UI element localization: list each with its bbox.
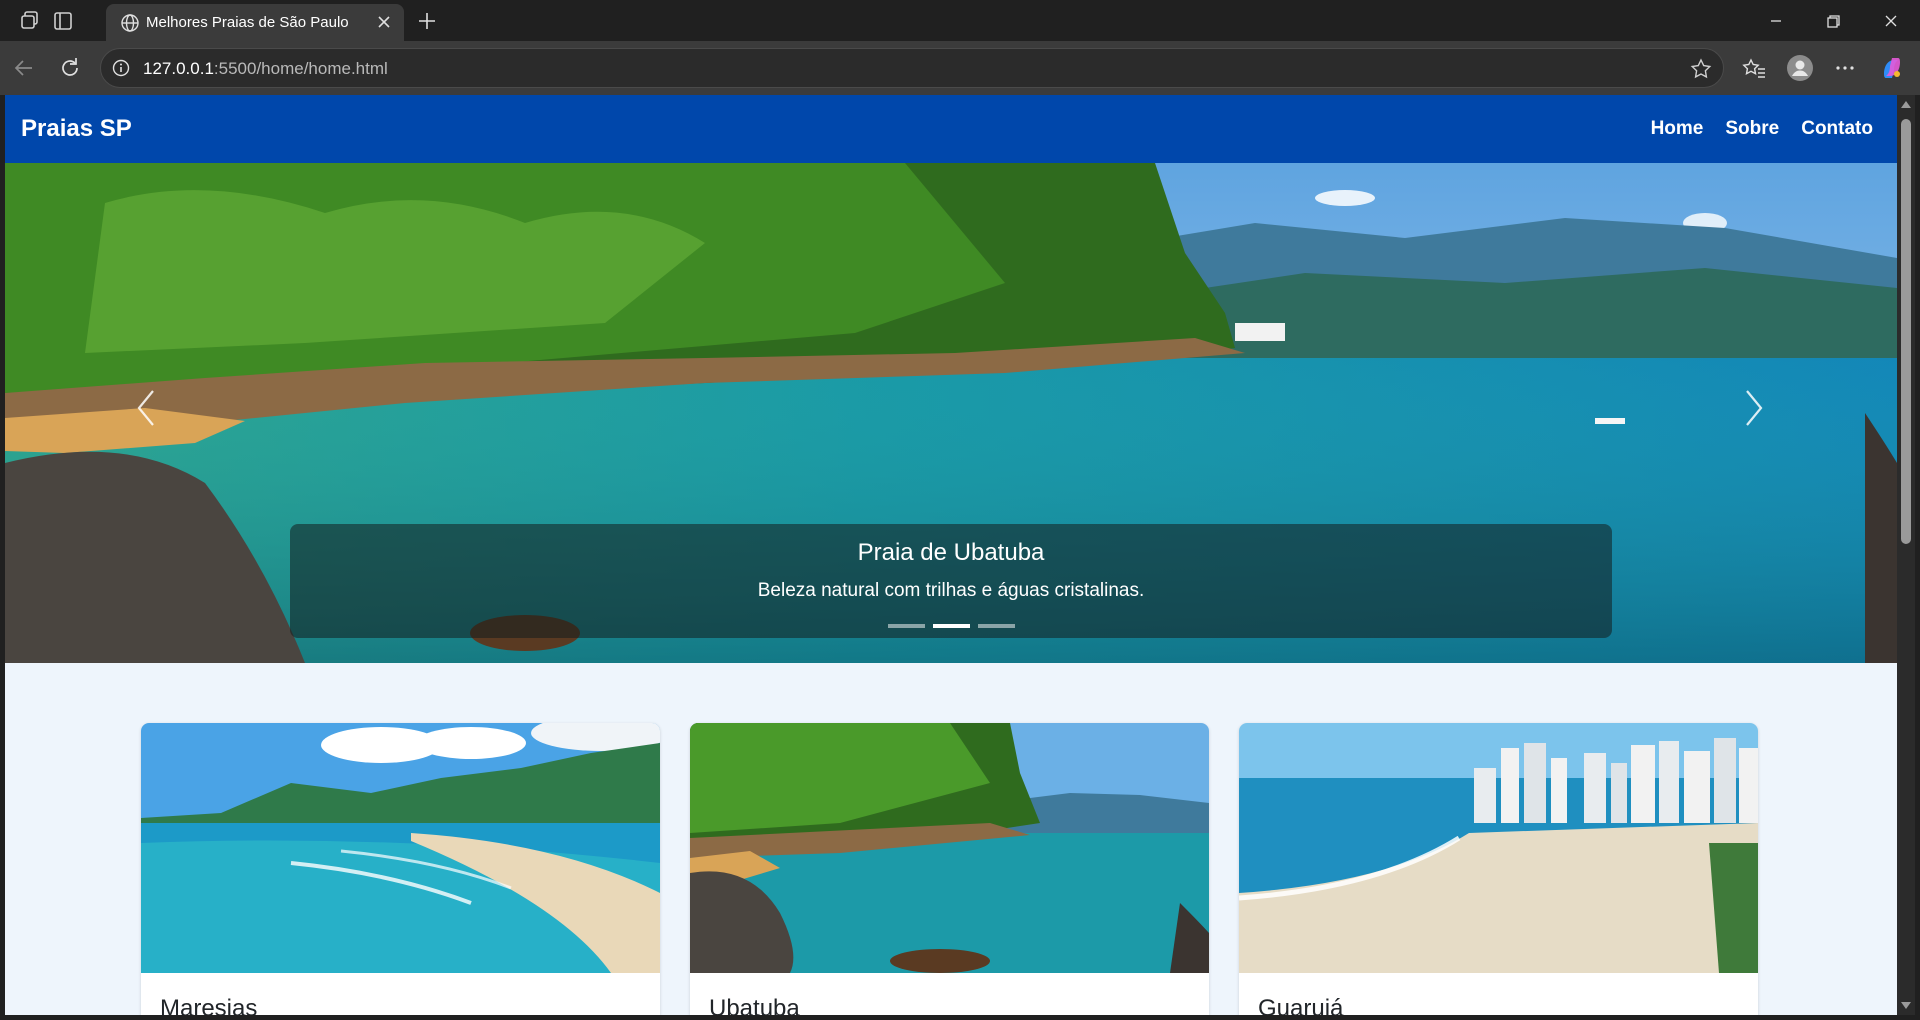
- new-tab-icon[interactable]: [414, 8, 440, 34]
- scroll-up-icon[interactable]: [1901, 101, 1911, 108]
- workspaces-icon[interactable]: [17, 8, 43, 34]
- minimize-icon[interactable]: [1763, 8, 1789, 34]
- card-image-maresias: [141, 723, 660, 973]
- browser-titlebar: Melhores Praias de São Paulo: [0, 0, 1920, 41]
- restore-icon[interactable]: [1820, 8, 1846, 34]
- info-icon[interactable]: [111, 58, 131, 78]
- nav-links: Home Sobre Contato: [1651, 118, 1873, 140]
- active-tab[interactable]: Melhores Praias de São Paulo: [106, 4, 404, 41]
- reload-icon[interactable]: [56, 54, 84, 82]
- card-image-ubatuba: [690, 723, 1209, 973]
- page-viewport: Praias SP Home Sobre Contato Praia de Ub…: [5, 95, 1897, 1015]
- window-close-icon[interactable]: [1878, 8, 1904, 34]
- url-text: 127.0.0.1:5500/home/home.html: [143, 59, 388, 78]
- nav-contato-link[interactable]: Contato: [1801, 118, 1873, 140]
- tab-title: Melhores Praias de São Paulo: [146, 14, 349, 31]
- more-icon[interactable]: [1831, 54, 1859, 82]
- favorites-icon[interactable]: [1740, 54, 1768, 82]
- carousel-prev-icon[interactable]: [127, 383, 167, 433]
- beach-card[interactable]: Maresias: [141, 723, 660, 1015]
- carousel-indicator[interactable]: [887, 624, 925, 628]
- close-icon[interactable]: [374, 12, 394, 32]
- copilot-icon[interactable]: [1878, 54, 1906, 82]
- site-brand[interactable]: Praias SP: [21, 115, 132, 143]
- globe-icon: [120, 13, 140, 33]
- scroll-down-icon[interactable]: [1901, 1002, 1911, 1009]
- page-scrollbar[interactable]: [1897, 95, 1915, 1015]
- card-image-guaruja: [1239, 723, 1758, 973]
- scrollbar-thumb[interactable]: [1901, 119, 1911, 544]
- window-border: [0, 1015, 1920, 1020]
- caption-text: Beleza natural com trilhas e águas crist…: [757, 580, 1145, 601]
- beach-card[interactable]: Guarujá: [1239, 723, 1758, 1015]
- favorite-star-icon[interactable]: [1689, 57, 1713, 81]
- carousel-indicator-active[interactable]: [932, 624, 970, 628]
- profile-icon[interactable]: [1786, 54, 1814, 82]
- address-bar[interactable]: 127.0.0.1:5500/home/home.html: [100, 48, 1724, 88]
- window-border: [1915, 95, 1920, 1020]
- caption-title: Praia de Ubatuba: [857, 539, 1045, 566]
- nav-sobre-link[interactable]: Sobre: [1725, 118, 1779, 140]
- carousel-next-icon[interactable]: [1733, 383, 1773, 433]
- back-icon[interactable]: [10, 54, 38, 82]
- carousel-indicator[interactable]: [977, 624, 1015, 628]
- beach-card[interactable]: Ubatuba: [690, 723, 1209, 1015]
- site-navbar: Praias SP Home Sobre Contato: [5, 95, 1897, 163]
- card-title: Guarujá: [1258, 995, 1344, 1015]
- beach-cards: Maresias Ubatuba Guarujá: [141, 723, 1758, 1015]
- card-title: Ubatuba: [709, 995, 800, 1015]
- card-title: Maresias: [160, 995, 258, 1015]
- carousel-indicators: [290, 624, 1612, 628]
- tab-actions-icon[interactable]: [50, 8, 76, 34]
- hero-carousel: Praia de Ubatuba Beleza natural com tril…: [5, 163, 1897, 663]
- nav-home-link[interactable]: Home: [1651, 118, 1704, 140]
- carousel-caption: Praia de Ubatuba Beleza natural com tril…: [290, 524, 1612, 638]
- browser-toolbar: 127.0.0.1:5500/home/home.html: [0, 41, 1920, 95]
